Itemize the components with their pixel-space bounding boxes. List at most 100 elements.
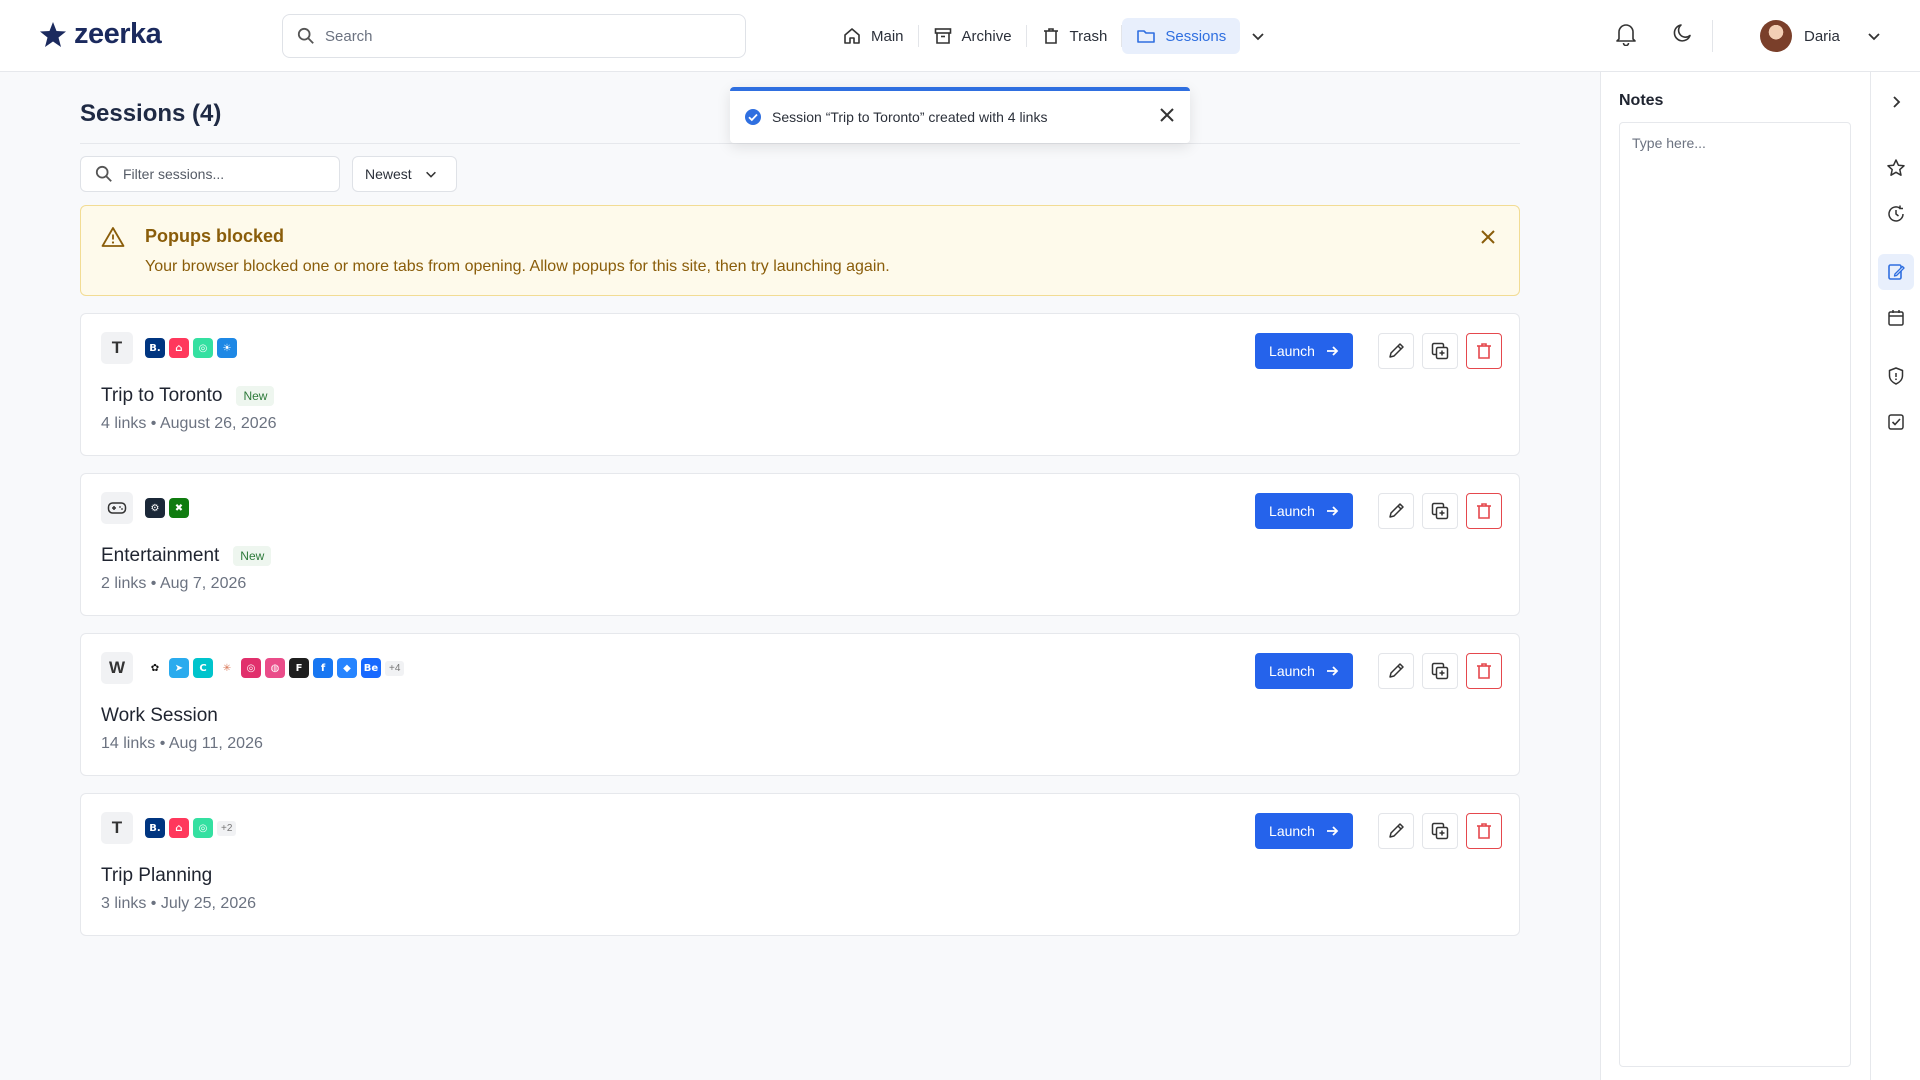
sort-value: Newest xyxy=(365,166,412,182)
session-card[interactable]: T B. ⌂ ◎ ☀ Trip to Toronto New 4 links • August… xyxy=(80,313,1520,456)
duplicate-button[interactable] xyxy=(1422,813,1458,849)
launch-label: Launch xyxy=(1269,343,1315,359)
notifications-button[interactable] xyxy=(1615,22,1637,51)
nav-item-trash[interactable]: Trash xyxy=(1027,18,1122,54)
session-card[interactable]: W ✿ ➤ C ✳ ◎ ◍ Ff ◆ Be +4 Work Session 14 links • Aug… xyxy=(80,633,1520,776)
steam-icon: ⚙ xyxy=(145,498,165,518)
session-avatar: T xyxy=(101,812,133,844)
user-menu[interactable]: Daria xyxy=(1760,20,1882,52)
trash-icon xyxy=(1477,663,1491,679)
edit-button[interactable] xyxy=(1378,653,1414,689)
delete-button[interactable] xyxy=(1466,653,1502,689)
session-card[interactable]: ⚙ ✖ Entertainment New 2 links • Aug 7, 2026 L… xyxy=(80,473,1520,616)
launch-button[interactable]: Launch xyxy=(1255,653,1353,689)
tripadvisor-icon: ◎ xyxy=(193,338,213,358)
delete-button[interactable] xyxy=(1466,493,1502,529)
arrow-right-icon xyxy=(1326,666,1339,676)
right-rail xyxy=(1870,72,1920,1080)
theme-toggle-button[interactable] xyxy=(1672,22,1694,49)
chevron-down-icon xyxy=(425,171,436,178)
session-title-text: Trip Planning xyxy=(101,865,213,886)
booking-icon: B. xyxy=(145,338,165,358)
delete-button[interactable] xyxy=(1466,333,1502,369)
search-icon xyxy=(297,27,314,44)
airbnb-icon: ⌂ xyxy=(169,818,189,838)
nav-item-archive[interactable]: Archive xyxy=(919,18,1026,54)
sort-select[interactable]: Newest xyxy=(352,156,457,192)
toast-message: Session “Trip to Toronto” created with 4… xyxy=(772,109,1048,125)
nav-item-label: Archive xyxy=(961,27,1012,45)
alert-close-button[interactable] xyxy=(1479,228,1497,251)
launch-button[interactable]: Launch xyxy=(1255,333,1353,369)
calendar-button[interactable] xyxy=(1878,300,1914,336)
security-button[interactable] xyxy=(1878,358,1914,394)
session-title-text: Entertainment xyxy=(101,545,220,566)
title-divider xyxy=(80,143,1520,144)
arrow-right-icon xyxy=(1326,346,1339,356)
copy-icon xyxy=(1431,822,1449,840)
nav-item-main[interactable]: Main xyxy=(828,18,918,54)
history-icon xyxy=(1888,205,1904,222)
history-button[interactable] xyxy=(1878,196,1914,232)
copy-icon xyxy=(1431,502,1449,520)
home-icon xyxy=(844,28,860,44)
chevron-right-icon xyxy=(1893,96,1901,108)
pencil-icon xyxy=(1389,343,1404,358)
canva-icon: C xyxy=(193,658,213,678)
behance-icon: Be xyxy=(361,658,381,678)
logo[interactable]: zeerka xyxy=(38,18,162,51)
edit-button[interactable] xyxy=(1378,333,1414,369)
session-avatar: T xyxy=(101,332,133,364)
filter-sessions-input[interactable] xyxy=(123,166,323,182)
session-title[interactable]: Trip Planning xyxy=(101,865,212,887)
popups-blocked-alert: Popups blocked Your browser blocked one … xyxy=(80,205,1520,296)
duplicate-button[interactable] xyxy=(1422,333,1458,369)
toast-close-button[interactable] xyxy=(1158,106,1176,129)
toast: Session “Trip to Toronto” created with 4… xyxy=(730,87,1190,143)
notes-textarea[interactable] xyxy=(1619,122,1851,1067)
star-icon xyxy=(1887,159,1905,176)
edit-button[interactable] xyxy=(1378,813,1414,849)
filter-box[interactable] xyxy=(80,156,340,192)
tasks-button[interactable] xyxy=(1878,404,1914,440)
booking-icon: B. xyxy=(145,818,165,838)
nav-more-button[interactable] xyxy=(1250,28,1266,44)
nav-item-label: Trash xyxy=(1069,27,1108,45)
session-meta: 14 links • Aug 11, 2026 xyxy=(101,735,263,752)
session-avatar xyxy=(101,492,133,524)
favorites-button[interactable] xyxy=(1878,150,1914,186)
arrow-right-icon xyxy=(1326,506,1339,516)
delete-button[interactable] xyxy=(1466,813,1502,849)
launch-button[interactable]: Launch xyxy=(1255,493,1353,529)
duplicate-button[interactable] xyxy=(1422,653,1458,689)
notes-button[interactable] xyxy=(1878,254,1914,290)
session-title-text: Trip to Toronto xyxy=(101,385,223,406)
check-circle-icon xyxy=(745,109,761,125)
chevron-down-icon xyxy=(1252,33,1264,41)
edit-note-icon xyxy=(1888,264,1905,280)
alert-message: Your browser blocked one or more tabs fr… xyxy=(145,258,890,275)
search-box[interactable] xyxy=(282,14,746,58)
nav-item-sessions[interactable]: Sessions xyxy=(1122,18,1241,54)
edit-button[interactable] xyxy=(1378,493,1414,529)
session-title[interactable]: Trip to Toronto New xyxy=(101,385,275,407)
collapse-panel-button[interactable] xyxy=(1878,84,1914,120)
session-avatar: W xyxy=(101,652,133,684)
session-title[interactable]: Work Session xyxy=(101,705,218,727)
pencil-icon xyxy=(1389,503,1404,518)
logo-text: zeerka xyxy=(74,18,162,50)
duplicate-button[interactable] xyxy=(1422,493,1458,529)
session-favicons: ✿ ➤ C ✳ ◎ ◍ Ff ◆ Be +4 xyxy=(145,658,405,678)
xbox-icon: ✖ xyxy=(169,498,189,518)
launch-button[interactable]: Launch xyxy=(1255,813,1353,849)
tripadvisor-icon: ◎ xyxy=(193,818,213,838)
folder-icon xyxy=(1137,30,1156,43)
page-title: Sessions (4) xyxy=(80,100,222,127)
trash-icon xyxy=(1043,28,1058,44)
session-card[interactable]: T B. ⌂ ◎ +2 Trip Planning 3 links • July 25, 2… xyxy=(80,793,1520,936)
session-title[interactable]: Entertainment New xyxy=(101,545,272,567)
telegram-icon: ➤ xyxy=(169,658,189,678)
new-badge: New xyxy=(233,546,272,566)
claude-icon: ✳ xyxy=(217,658,237,678)
search-input[interactable] xyxy=(325,27,705,45)
